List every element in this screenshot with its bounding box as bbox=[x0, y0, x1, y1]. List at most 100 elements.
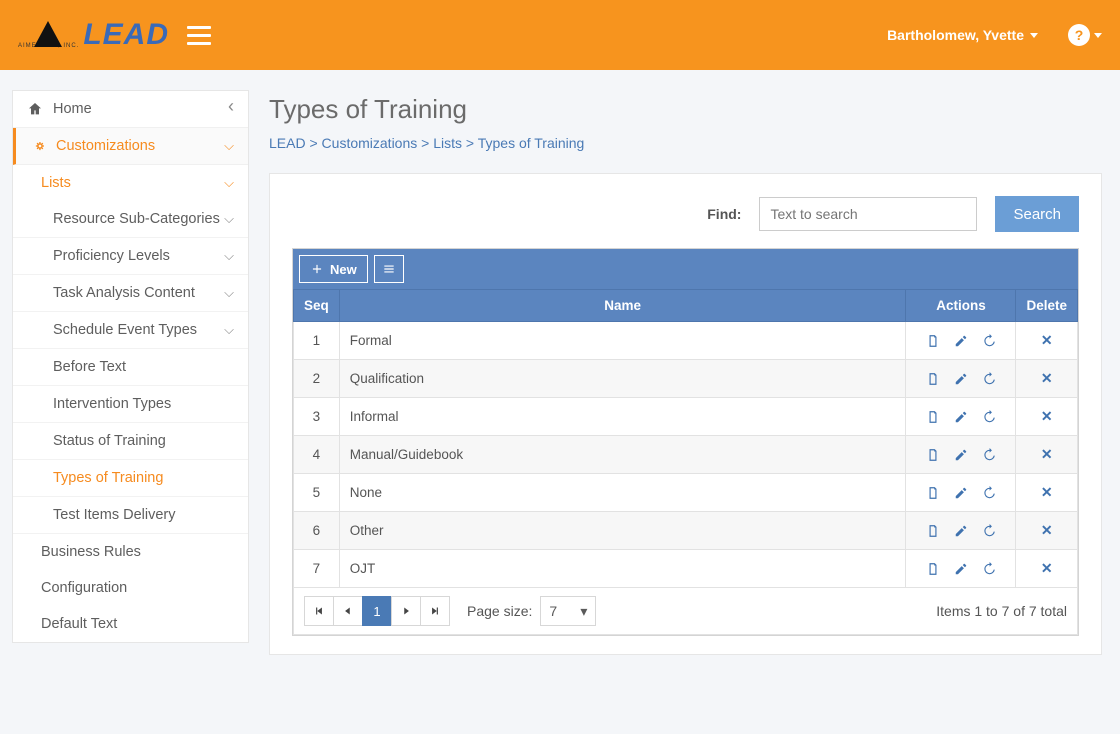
brand-logo: AIMEREON, INC. LEAD bbox=[18, 10, 169, 60]
history-icon[interactable] bbox=[982, 446, 996, 463]
cell-delete: ✕ bbox=[1016, 436, 1078, 474]
search-input[interactable] bbox=[759, 197, 977, 231]
edit-icon[interactable] bbox=[954, 446, 968, 463]
cell-actions bbox=[906, 474, 1016, 512]
table-row: 2Qualification✕ bbox=[294, 360, 1078, 398]
sidebar-item-customizations[interactable]: Customizations bbox=[13, 128, 248, 165]
pager-page-current[interactable]: 1 bbox=[362, 596, 392, 626]
list-icon bbox=[382, 262, 396, 276]
sidebar-item-label: Proficiency Levels bbox=[53, 248, 170, 264]
page-size-value: 7 bbox=[549, 603, 557, 619]
history-icon[interactable] bbox=[982, 484, 996, 501]
view-icon[interactable] bbox=[926, 522, 940, 539]
sidebar-item-label: Test Items Delivery bbox=[53, 507, 175, 523]
chevron-down-icon bbox=[224, 322, 234, 338]
view-icon[interactable] bbox=[926, 370, 940, 387]
col-header-actions: Actions bbox=[906, 290, 1016, 322]
cell-delete: ✕ bbox=[1016, 550, 1078, 588]
user-name: Bartholomew, Yvette bbox=[887, 27, 1024, 43]
delete-icon[interactable]: ✕ bbox=[1041, 522, 1053, 538]
sidebar-item-schedule-event-types[interactable]: Schedule Event Types bbox=[13, 312, 248, 349]
main-content: Types of Training LEAD > Customizations … bbox=[269, 90, 1102, 655]
history-icon[interactable] bbox=[982, 560, 996, 577]
data-table: New Seq Name Actions Delete bbox=[292, 248, 1079, 636]
sidebar-item-label: Schedule Event Types bbox=[53, 322, 197, 338]
delete-icon[interactable]: ✕ bbox=[1041, 484, 1053, 500]
col-header-seq[interactable]: Seq bbox=[294, 290, 340, 322]
sidebar-item-home[interactable]: Home bbox=[13, 91, 248, 128]
chevron-down-icon bbox=[224, 138, 234, 154]
cell-seq: 7 bbox=[294, 550, 340, 588]
history-icon[interactable] bbox=[982, 370, 996, 387]
view-icon[interactable] bbox=[926, 446, 940, 463]
edit-icon[interactable] bbox=[954, 408, 968, 425]
cell-delete: ✕ bbox=[1016, 322, 1078, 360]
table-row: 1Formal ✕ bbox=[294, 322, 1078, 360]
sidebar-item-types-of-training[interactable]: Types of Training bbox=[13, 460, 248, 497]
pager-last[interactable] bbox=[420, 596, 450, 626]
history-icon[interactable] bbox=[982, 522, 996, 539]
edit-icon[interactable] bbox=[954, 560, 968, 577]
cell-delete: ✕ bbox=[1016, 398, 1078, 436]
view-icon[interactable] bbox=[926, 408, 940, 425]
pager-prev[interactable] bbox=[333, 596, 363, 626]
sidebar-item-lists[interactable]: Lists bbox=[13, 165, 248, 201]
menu-toggle[interactable] bbox=[187, 20, 217, 50]
cell-seq: 4 bbox=[294, 436, 340, 474]
breadcrumb-item[interactable]: Lists bbox=[433, 135, 462, 151]
breadcrumb-item[interactable]: Customizations bbox=[322, 135, 418, 151]
delete-icon[interactable]: ✕ bbox=[1041, 332, 1053, 348]
sidebar-item-default-text[interactable]: Default Text bbox=[13, 606, 248, 642]
col-header-name[interactable]: Name bbox=[339, 290, 906, 322]
edit-icon[interactable] bbox=[954, 522, 968, 539]
new-button[interactable]: New bbox=[299, 255, 368, 283]
delete-icon[interactable]: ✕ bbox=[1041, 560, 1053, 576]
chevron-down-icon bbox=[224, 248, 234, 264]
sidebar-item-status-of-training[interactable]: Status of Training bbox=[13, 423, 248, 460]
cell-actions bbox=[906, 436, 1016, 474]
view-icon[interactable] bbox=[926, 560, 940, 577]
brand-text: LEAD bbox=[83, 18, 169, 52]
sidebar-item-resource-sub-categories[interactable]: Resource Sub-Categories bbox=[13, 201, 248, 238]
history-icon[interactable] bbox=[982, 332, 996, 349]
edit-icon[interactable] bbox=[954, 370, 968, 387]
cell-seq: 1 bbox=[294, 322, 340, 360]
sidebar-item-intervention-types[interactable]: Intervention Types bbox=[13, 386, 248, 423]
cell-seq: 2 bbox=[294, 360, 340, 398]
sidebar-item-configuration[interactable]: Configuration bbox=[13, 570, 248, 606]
gears-icon bbox=[30, 138, 46, 154]
edit-icon[interactable] bbox=[954, 332, 968, 349]
help-menu[interactable]: ? bbox=[1068, 24, 1102, 46]
sidebar-item-before-text[interactable]: Before Text bbox=[13, 349, 248, 386]
content-card: Find: Search New Seq bbox=[269, 173, 1102, 655]
pager-next[interactable] bbox=[391, 596, 421, 626]
chevron-down-icon bbox=[224, 175, 234, 191]
delete-icon[interactable]: ✕ bbox=[1041, 446, 1053, 462]
sidebar-item-proficiency-levels[interactable]: Proficiency Levels bbox=[13, 238, 248, 275]
table-row: 6Other✕ bbox=[294, 512, 1078, 550]
sidebar-item-task-analysis-content[interactable]: Task Analysis Content bbox=[13, 275, 248, 312]
cell-name: Other bbox=[339, 512, 906, 550]
page-size-select[interactable]: 7 ▾ bbox=[540, 596, 596, 626]
chevron-down-icon bbox=[224, 285, 234, 301]
sidebar-item-business-rules[interactable]: Business Rules bbox=[13, 534, 248, 570]
caret-down-icon bbox=[1030, 33, 1038, 38]
view-icon[interactable] bbox=[926, 332, 940, 349]
table-row: 4Manual/Guidebook✕ bbox=[294, 436, 1078, 474]
search-button[interactable]: Search bbox=[995, 196, 1079, 232]
cell-actions bbox=[906, 322, 1016, 360]
user-menu[interactable]: Bartholomew, Yvette bbox=[887, 27, 1038, 43]
cell-actions bbox=[906, 398, 1016, 436]
sidebar-item-test-items-delivery[interactable]: Test Items Delivery bbox=[13, 497, 248, 534]
breadcrumb-item[interactable]: LEAD bbox=[269, 135, 306, 151]
edit-icon[interactable] bbox=[954, 484, 968, 501]
cell-name: Formal bbox=[339, 322, 906, 360]
view-icon[interactable] bbox=[926, 484, 940, 501]
history-icon[interactable] bbox=[982, 408, 996, 425]
table-row: 7OJT✕ bbox=[294, 550, 1078, 588]
delete-icon[interactable]: ✕ bbox=[1041, 370, 1053, 386]
breadcrumb-item[interactable]: Types of Training bbox=[478, 135, 585, 151]
delete-icon[interactable]: ✕ bbox=[1041, 408, 1053, 424]
pager-first[interactable] bbox=[304, 596, 334, 626]
list-menu-button[interactable] bbox=[374, 255, 404, 283]
